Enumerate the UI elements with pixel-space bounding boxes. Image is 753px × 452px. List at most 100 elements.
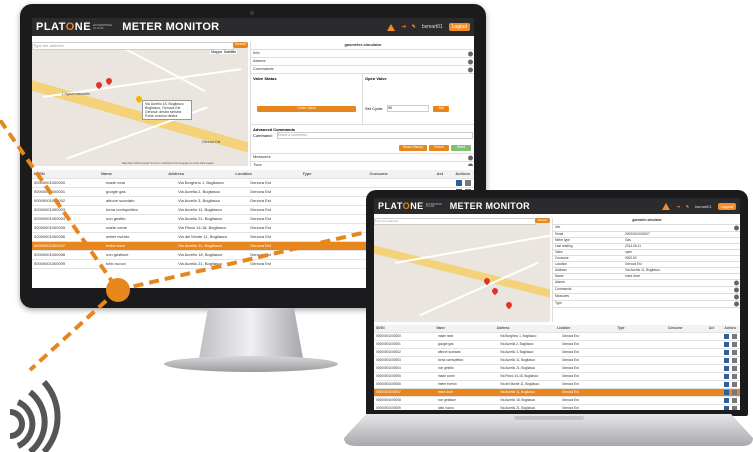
delete-icon[interactable]: [732, 406, 737, 410]
edit-icon[interactable]: [724, 350, 729, 355]
row-actions: [724, 373, 740, 380]
map-pin[interactable]: [504, 300, 514, 310]
table-cell: 00000001000000: [376, 334, 401, 338]
map-search-button[interactable]: Search: [535, 218, 550, 223]
section-commands[interactable]: Commands: [553, 287, 740, 294]
column-header[interactable]: Actions: [722, 325, 740, 332]
expand-icon[interactable]: [734, 294, 739, 300]
table-row[interactable]: 00000001000002 altrove scordato Via Aureli…: [374, 349, 740, 357]
edit-icon[interactable]: [724, 374, 729, 379]
section-info[interactable]: Info: [251, 50, 474, 58]
section-measures[interactable]: Measures: [553, 294, 740, 301]
table-cell: Genova Est: [562, 358, 579, 362]
expand-icon[interactable]: [468, 67, 473, 72]
expand-icon[interactable]: [734, 287, 739, 293]
edit-icon[interactable]: [724, 382, 729, 387]
table-cell: 00000001000004: [376, 366, 401, 370]
map-search-input[interactable]: Type the address: [374, 218, 536, 225]
brand-tagline: ENTERPRISE CLOUD: [93, 23, 113, 30]
table-row[interactable]: 00000001000004 non gestito Via Aurelio 21,…: [374, 365, 740, 373]
table-cell: 00000001000006: [376, 382, 401, 386]
table-row[interactable]: 00000001000006 meter evento Via del Monte …: [374, 381, 740, 389]
map-search-input[interactable]: Type the address: [32, 42, 234, 50]
table-row[interactable]: 00000001000009 tutto nuovo Via Aurelio 21,…: [374, 405, 740, 410]
logout-button[interactable]: Logout: [717, 202, 736, 210]
delete-icon[interactable]: [732, 334, 737, 339]
share-icon[interactable]: ⇥: [676, 204, 679, 209]
section-commands[interactable]: Commands: [251, 66, 474, 74]
table-row[interactable]: 00000001000003 torna corrispettivo Via Aur…: [374, 357, 740, 365]
table-row[interactable]: 00000001000005 made come Via Piano 14-18, …: [374, 373, 740, 381]
table-row[interactable]: 00000001000001 google gas Via Aurelia 2, B…: [374, 341, 740, 349]
edit-icon[interactable]: [724, 398, 729, 403]
wrench-icon[interactable]: ✎: [412, 24, 416, 30]
delete-icon[interactable]: [732, 382, 737, 387]
alert-icon[interactable]: [387, 23, 396, 31]
expand-icon[interactable]: [468, 163, 473, 166]
expand-icon[interactable]: [734, 301, 739, 307]
delete-icon[interactable]: [732, 342, 737, 347]
info-value: Genova Est: [625, 262, 642, 266]
send-button[interactable]: Send: [451, 145, 471, 151]
panel-header: gasmeter-simulator: [251, 42, 474, 50]
close-valve-button[interactable]: Close Valve: [257, 106, 356, 112]
expand-icon[interactable]: [468, 59, 473, 64]
delete-icon[interactable]: [732, 366, 737, 371]
section-type[interactable]: Type: [553, 301, 740, 308]
edit-icon[interactable]: [724, 390, 729, 395]
column-header[interactable]: Act: [435, 170, 454, 178]
column-header[interactable]: Act: [707, 325, 723, 332]
section-info[interactable]: Info: [553, 225, 740, 232]
delete-icon[interactable]: [732, 398, 737, 403]
expand-icon[interactable]: [734, 280, 739, 286]
delete-icon[interactable]: [465, 180, 471, 186]
expand-icon[interactable]: [468, 51, 473, 56]
table-row[interactable]: 00000001000000 made near Via Borghino 1, B…: [374, 333, 740, 341]
map-view[interactable]: Type the address Search: [374, 218, 550, 322]
table-cell: meter evento: [438, 382, 457, 386]
column-header[interactable]: Location: [555, 325, 615, 332]
set-cycle-input[interactable]: 90: [387, 105, 430, 112]
section-alarms[interactable]: Alarms: [251, 58, 474, 66]
column-header[interactable]: Actions: [453, 170, 474, 178]
map-search-button[interactable]: Search: [233, 42, 248, 48]
edit-icon[interactable]: [724, 366, 729, 371]
table-cell: Genova Est: [562, 398, 579, 402]
delete-icon[interactable]: [732, 358, 737, 363]
map-pin[interactable]: [104, 76, 114, 86]
share-icon[interactable]: ⇥: [401, 24, 405, 30]
webcam: [250, 11, 254, 15]
column-header[interactable]: Address: [495, 325, 555, 332]
set-cycle-button[interactable]: Set: [433, 105, 450, 112]
column-header[interactable]: Name: [434, 325, 494, 332]
row-actions: [724, 333, 740, 340]
logout-button[interactable]: Logout: [448, 23, 470, 31]
delete-icon[interactable]: [732, 350, 737, 355]
column-header[interactable]: Type: [615, 325, 666, 332]
table-row[interactable]: 00000001000008 non gestisce Via Aurelio 18…: [374, 397, 740, 405]
show-history-button[interactable]: Show History: [399, 145, 427, 151]
edit-icon[interactable]: [724, 342, 729, 347]
table-cell: Via del Monte 11, Bogliasco: [500, 382, 540, 386]
reset-button[interactable]: Reset: [429, 145, 449, 151]
delete-icon[interactable]: [732, 390, 737, 395]
section-alarms[interactable]: Alarms: [553, 280, 740, 287]
wrench-icon[interactable]: ✎: [686, 204, 689, 209]
edit-icon[interactable]: [456, 180, 462, 186]
map-pin[interactable]: [490, 286, 500, 296]
expand-icon[interactable]: [734, 225, 739, 231]
row-actions: [724, 357, 740, 364]
edit-icon[interactable]: [724, 334, 729, 339]
laptop-screen: PLATONE ENTERPRISE CLOUD METER MONITOR ⇥ …: [374, 198, 740, 410]
edit-icon[interactable]: [724, 406, 729, 410]
delete-icon[interactable]: [732, 374, 737, 379]
column-header[interactable]: Consume: [666, 325, 707, 332]
map-type-toggle[interactable]: Mappa Satellite: [210, 50, 238, 54]
table-cell: altrove scordato: [438, 350, 461, 354]
column-header[interactable]: ID/SN: [374, 325, 434, 332]
alert-icon[interactable]: [662, 202, 671, 210]
table-cell: 00000001000007: [376, 390, 401, 394]
expand-icon[interactable]: [468, 155, 473, 160]
table-row[interactable]: 00000001000007 entra dove Via Aurelio 11, …: [374, 389, 740, 397]
edit-icon[interactable]: [724, 358, 729, 363]
